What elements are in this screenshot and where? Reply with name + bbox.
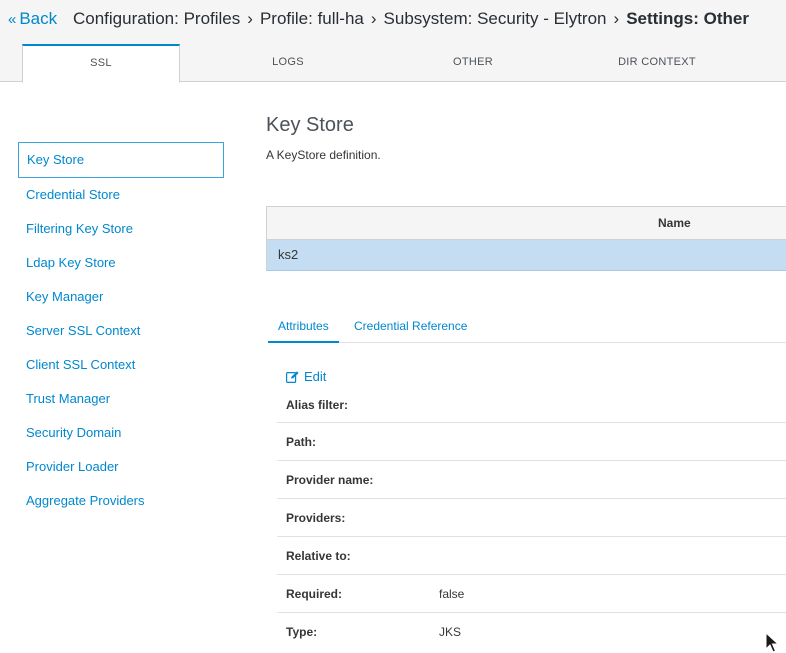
double-chevron-left-icon: « [8, 11, 17, 28]
sidebar-item-server-ssl-context[interactable]: Server SSL Context [18, 314, 224, 348]
back-label: Back [19, 9, 58, 28]
sidebar-item-key-store[interactable]: Key Store [18, 142, 224, 178]
tab-ssl-label: SSL [90, 57, 112, 69]
table-row[interactable]: ks2 [267, 240, 786, 271]
tab-logs-label: LOGS [272, 56, 304, 68]
attribute-label-alias-filter: Alias filter: [286, 398, 349, 412]
tab-other[interactable]: OTHER [382, 44, 564, 81]
attribute-row: Type: JKS [277, 613, 786, 650]
column-header-name: Name [658, 216, 691, 230]
edit-label: Edit [304, 369, 327, 384]
sidebar-item-key-manager[interactable]: Key Manager [18, 280, 224, 314]
attribute-label-provider-name: Provider name: [286, 473, 374, 487]
breadcrumb-item-subsystem[interactable]: Subsystem: Security - Elytron [384, 9, 607, 28]
key-store-table: Name ks2 [266, 206, 786, 271]
tab-logs[interactable]: LOGS [194, 44, 382, 81]
attribute-label-type: Type: [286, 625, 318, 639]
attribute-label-path: Path: [286, 435, 316, 449]
tab-dir-context[interactable]: DIR CONTEXT [564, 44, 750, 81]
attribute-label-providers: Providers: [286, 511, 346, 525]
sidebar-item-credential-store[interactable]: Credential Store [18, 178, 224, 212]
tab-attributes[interactable]: Attributes [268, 312, 339, 343]
breadcrumb-current: Settings: Other [626, 9, 749, 28]
sidebar-item-aggregate-providers[interactable]: Aggregate Providers [18, 484, 224, 518]
breadcrumb-trail: Configuration: Profiles › Profile: full-ha… [73, 9, 749, 29]
attribute-row: Path: [277, 423, 786, 461]
attribute-row: Required: false [277, 575, 786, 613]
settings-tabs: SSL LOGS OTHER DIR CONTEXT [0, 40, 786, 83]
attribute-row: Provider name: [277, 461, 786, 499]
sidebar-item-client-ssl-context[interactable]: Client SSL Context [18, 348, 224, 382]
attribute-row: Relative to: [277, 537, 786, 575]
table-header[interactable]: Name [267, 207, 786, 240]
page-title: Key Store [266, 114, 354, 136]
breadcrumb-item-profiles[interactable]: Configuration: Profiles [73, 9, 240, 28]
back-link[interactable]: «Back [8, 9, 57, 29]
edit-link[interactable]: Edit [286, 369, 326, 384]
tab-other-label: OTHER [453, 56, 493, 68]
sidebar-item-ldap-key-store[interactable]: Ldap Key Store [18, 246, 224, 280]
attribute-value-type: JKS [439, 625, 462, 639]
attribute-row: Providers: [277, 499, 786, 537]
attribute-value-required: false [439, 587, 465, 601]
sidebar-nav: Key Store Credential Store Filtering Key… [18, 142, 224, 518]
breadcrumb-item-profile[interactable]: Profile: full-ha [260, 9, 364, 28]
sidebar-item-provider-loader[interactable]: Provider Loader [18, 450, 224, 484]
breadcrumb: «Back Configuration: Profiles › Profile: f… [0, 0, 786, 40]
tab-ssl[interactable]: SSL [22, 44, 180, 83]
mouse-cursor-icon [765, 631, 780, 653]
detail-tabs: Attributes Credential Reference [268, 312, 786, 343]
attribute-list: Alias filter: Path: Provider name: Provi… [277, 386, 786, 650]
attribute-label-required: Required: [286, 587, 343, 601]
chevron-right-icon: › [370, 9, 377, 28]
sidebar-item-filtering-key-store[interactable]: Filtering Key Store [18, 212, 224, 246]
attribute-row: Alias filter: [277, 386, 786, 423]
tab-credential-reference[interactable]: Credential Reference [344, 312, 477, 341]
chevron-right-icon: › [247, 9, 253, 28]
sidebar-item-security-domain[interactable]: Security Domain [18, 416, 224, 450]
edit-icon [286, 371, 299, 384]
attribute-label-relative-to: Relative to: [286, 549, 351, 563]
sidebar-item-trust-manager[interactable]: Trust Manager [18, 382, 224, 416]
tab-dir-context-label: DIR CONTEXT [618, 56, 696, 68]
page-description: A KeyStore definition. [266, 148, 381, 162]
chevron-right-icon: › [613, 9, 620, 28]
